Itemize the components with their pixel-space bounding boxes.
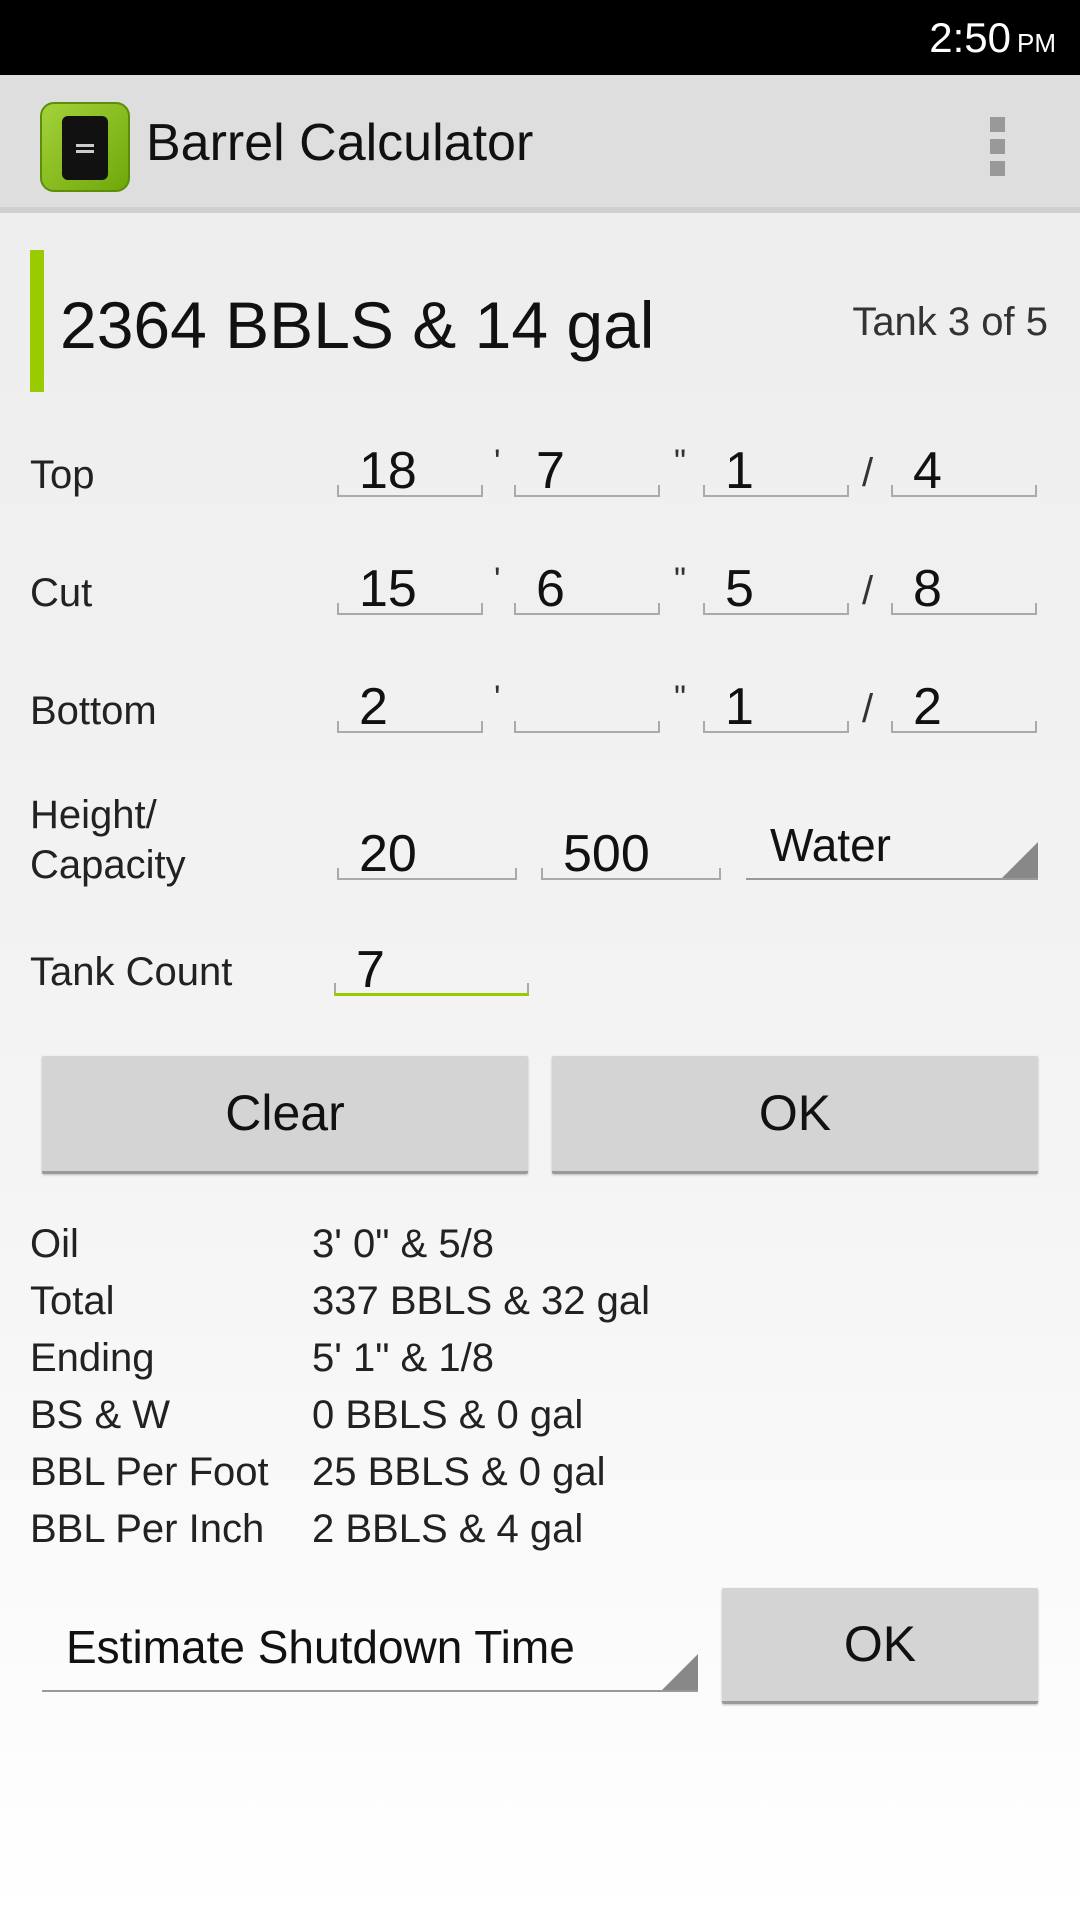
fluid-selected: Water bbox=[770, 819, 891, 871]
fraction-slash: / bbox=[862, 569, 874, 613]
estimate-selected: Estimate Shutdown Time bbox=[66, 1621, 575, 1673]
result-label: Ending bbox=[30, 1336, 155, 1380]
result-label: Total bbox=[30, 1279, 115, 1323]
fraction-slash: / bbox=[862, 687, 874, 731]
app-title: Barrel Calculator bbox=[146, 114, 534, 172]
clock: 2:50 PM bbox=[929, 14, 1056, 62]
inch-mark: " bbox=[674, 679, 687, 717]
dropdown-arrow-icon bbox=[662, 1654, 698, 1690]
cut-feet-input[interactable]: 15 bbox=[337, 563, 483, 615]
bottom-den-input[interactable]: 2 bbox=[891, 681, 1037, 733]
fluid-spinner[interactable]: Water bbox=[746, 818, 1038, 880]
bottom-num-input[interactable]: 1 bbox=[703, 681, 849, 733]
height-capacity-label: Height/ Capacity bbox=[30, 790, 186, 890]
result-total: 2364 BBLS & 14 gal bbox=[60, 288, 655, 362]
cut-inches-input[interactable]: 6 bbox=[514, 563, 660, 615]
bottom-feet-input[interactable]: 2 bbox=[337, 681, 483, 733]
result-value: 5' 1" & 1/8 bbox=[312, 1336, 494, 1380]
tank-count-label: Tank Count bbox=[30, 950, 233, 994]
feet-mark: ' bbox=[494, 679, 501, 717]
more-vert-icon[interactable] bbox=[970, 95, 1026, 195]
result-label: Oil bbox=[30, 1222, 79, 1266]
capacity-input[interactable]: 500 bbox=[541, 828, 721, 880]
feet-mark: ' bbox=[494, 561, 501, 599]
result-label: BS & W bbox=[30, 1393, 171, 1437]
status-bar: 2:50 PM bbox=[0, 0, 1080, 75]
top-den-input[interactable]: 4 bbox=[891, 445, 1037, 497]
capacity-label: Capacity bbox=[30, 843, 186, 887]
fraction-slash: / bbox=[862, 451, 874, 495]
height-input[interactable]: 20 bbox=[337, 828, 517, 880]
top-num-input[interactable]: 1 bbox=[703, 445, 849, 497]
row-label-cut: Cut bbox=[30, 571, 93, 615]
barrel-glyph bbox=[62, 116, 108, 180]
cut-den-input[interactable]: 8 bbox=[891, 563, 1037, 615]
dropdown-arrow-icon bbox=[1002, 842, 1038, 878]
inch-mark: " bbox=[674, 443, 687, 481]
clock-time: 2:50 bbox=[929, 14, 1011, 61]
row-label-bottom: Bottom bbox=[30, 689, 157, 733]
estimate-ok-button[interactable]: OK bbox=[722, 1588, 1038, 1704]
feet-mark: ' bbox=[494, 443, 501, 481]
ok-button[interactable]: OK bbox=[552, 1056, 1038, 1174]
estimate-spinner[interactable]: Estimate Shutdown Time bbox=[42, 1620, 698, 1692]
top-inches-input[interactable]: 7 bbox=[514, 445, 660, 497]
bottom-inches-input[interactable] bbox=[514, 681, 660, 733]
result-value: 0 BBLS & 0 gal bbox=[312, 1393, 584, 1437]
result-value: 25 BBLS & 0 gal bbox=[312, 1450, 606, 1494]
clear-button[interactable]: Clear bbox=[42, 1056, 528, 1174]
top-feet-input[interactable]: 18 bbox=[337, 445, 483, 497]
clock-ampm: PM bbox=[1017, 28, 1056, 58]
tank-index: Tank 3 of 5 bbox=[852, 300, 1048, 344]
result-label: BBL Per Foot bbox=[30, 1450, 269, 1494]
barrel-icon[interactable] bbox=[40, 102, 130, 192]
inch-mark: " bbox=[674, 561, 687, 599]
result-accent-bar bbox=[30, 250, 44, 392]
row-label-top: Top bbox=[30, 453, 95, 497]
result-value: 2 BBLS & 4 gal bbox=[312, 1507, 584, 1551]
result-value: 337 BBLS & 32 gal bbox=[312, 1279, 651, 1323]
result-value: 3' 0" & 5/8 bbox=[312, 1222, 494, 1266]
result-label: BBL Per Inch bbox=[30, 1507, 265, 1551]
action-bar: Barrel Calculator bbox=[0, 75, 1080, 213]
height-label: Height/ bbox=[30, 793, 157, 837]
tank-count-input[interactable]: 7 bbox=[334, 944, 529, 996]
cut-num-input[interactable]: 5 bbox=[703, 563, 849, 615]
